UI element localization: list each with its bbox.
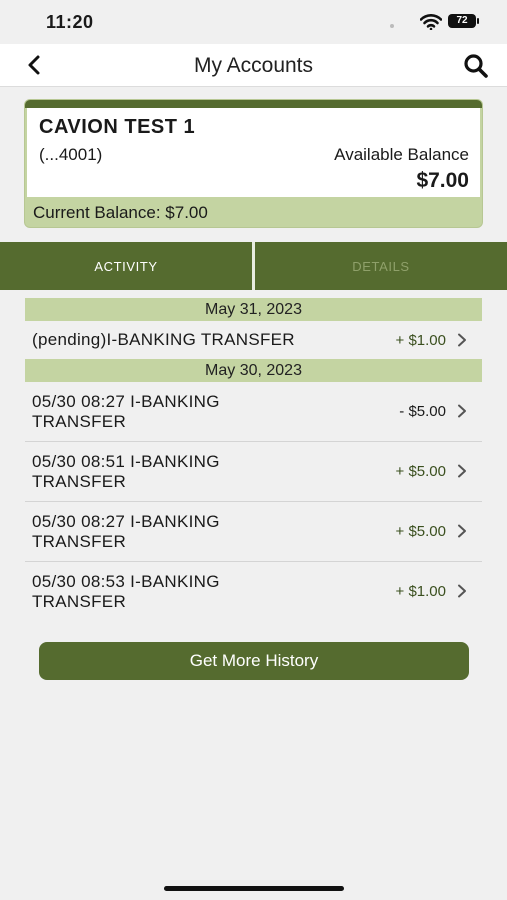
transaction-amount: - $5.00 (399, 403, 446, 420)
tab-bar: ACTIVITY DETAILS (0, 242, 507, 290)
get-more-history-button[interactable]: Get More History (39, 642, 469, 680)
status-bar: 11:20 72 (0, 0, 507, 44)
transaction-row[interactable]: 05/30 08:53 I-BANKING TRANSFER + $1.00 (25, 562, 482, 621)
transaction-description: (pending)I-BANKING TRANSFER (32, 330, 295, 349)
available-balance-label: Available Balance (334, 145, 469, 164)
date-header: May 30, 2023 (25, 359, 482, 382)
chevron-right-icon (458, 404, 466, 418)
transaction-row[interactable]: 05/30 08:51 I-BANKING TRANSFER + $5.00 (25, 442, 482, 502)
transaction-row[interactable]: 05/30 08:27 I-BANKING TRANSFER + $5.00 (25, 502, 482, 562)
transaction-description: 05/30 08:53 I-BANKING TRANSFER (32, 572, 220, 611)
transaction-description: 05/30 08:51 I-BANKING TRANSFER (32, 452, 220, 491)
date-header: May 31, 2023 (25, 298, 482, 321)
wifi-icon (420, 14, 442, 30)
tab-activity[interactable]: ACTIVITY (0, 242, 252, 290)
chevron-right-icon (458, 524, 466, 538)
page-title: My Accounts (193, 54, 314, 77)
account-card-body: CAVION TEST 1 (...4001) Available Balanc… (27, 108, 480, 197)
activity-list: May 31, 2023 (pending)I-BANKING TRANSFER… (25, 298, 482, 621)
available-balance-amount: $7.00 (416, 169, 469, 192)
transaction-amount: + $1.00 (395, 332, 446, 349)
transaction-description: 05/30 08:27 I-BANKING TRANSFER (32, 512, 220, 551)
search-icon[interactable] (462, 52, 490, 80)
transaction-row[interactable]: (pending)I-BANKING TRANSFER + $1.00 (25, 321, 482, 359)
chevron-right-icon (458, 584, 466, 598)
status-dot (390, 24, 394, 28)
chevron-right-icon (458, 464, 466, 478)
battery-icon: 72 (448, 14, 479, 28)
tab-details[interactable]: DETAILS (255, 242, 507, 290)
transaction-row[interactable]: 05/30 08:27 I-BANKING TRANSFER - $5.00 (25, 382, 482, 442)
transaction-amount: + $5.00 (395, 523, 446, 540)
account-card[interactable]: CAVION TEST 1 (...4001) Available Balanc… (25, 100, 482, 227)
transaction-description: 05/30 08:27 I-BANKING TRANSFER (32, 392, 220, 431)
status-time: 11:20 (46, 12, 94, 32)
nav-bar: My Accounts (0, 44, 507, 87)
transaction-amount: + $5.00 (395, 463, 446, 480)
current-balance: Current Balance: $7.00 (33, 203, 208, 222)
account-card-accent (25, 100, 482, 108)
account-number: (...4001) (39, 145, 103, 164)
chevron-right-icon (458, 333, 466, 347)
home-indicator (164, 886, 344, 891)
account-name: CAVION TEST 1 (39, 116, 196, 138)
transaction-amount: + $1.00 (395, 583, 446, 600)
